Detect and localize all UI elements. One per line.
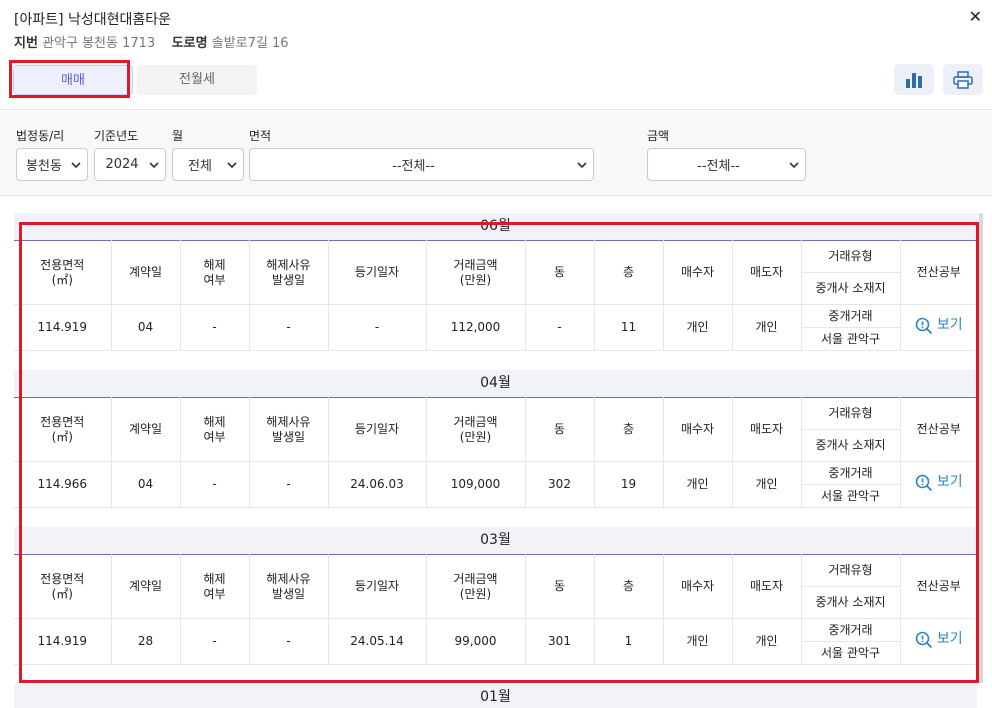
printer-icon (953, 70, 973, 89)
view-button[interactable]: 보기 (915, 317, 963, 335)
col-registry: 전산공부 (899, 240, 977, 305)
price-select-value: --전체-- (697, 159, 740, 174)
col-deal-type: 거래유형 (800, 554, 901, 587)
dong-select-value: 봉천동 (26, 159, 62, 174)
chevron-down-icon (789, 162, 799, 169)
col-deal-type: 거래유형 (800, 240, 901, 273)
chart-button[interactable] (894, 64, 934, 95)
col-cancel: 해제 여부 (179, 554, 250, 619)
col-buyer: 매수자 (662, 397, 733, 462)
col-area: 전용면적 (㎡) (14, 397, 112, 462)
dialog-header: [아파트] 낙성대현대홈타운 지번 관악구 봉천동 1713 도로명 솔밭로7길… (0, 0, 992, 110)
col-cancel-reason: 해제사유 발생일 (248, 554, 329, 619)
view-button[interactable]: 보기 (915, 631, 963, 649)
price-select[interactable]: --전체-- (647, 148, 806, 181)
magnify-info-icon (915, 631, 932, 648)
month-header: 04월 (14, 370, 977, 397)
month-label: 월 (172, 129, 184, 143)
chevron-down-icon (71, 162, 81, 169)
col-cancel-reason: 해제사유 발생일 (248, 240, 329, 305)
month-select-value: 전체 (188, 159, 212, 174)
tab-rent[interactable]: 전월세 (137, 65, 257, 95)
road-value: 솔밭로7길 16 (211, 36, 289, 51)
col-buyer: 매수자 (662, 554, 733, 619)
col-building: 동 (524, 240, 595, 305)
col-deal-type: 거래유형 (800, 397, 901, 430)
col-building: 동 (524, 554, 595, 619)
jibun-label: 지번 (14, 36, 38, 51)
col-cancel: 해제 여부 (179, 240, 250, 305)
col-reg-date: 등기일자 (327, 240, 427, 305)
deal-list: 06월 전용면적 (㎡) 계약일 해제 여부 해제사유 발생일 등기일자 거래금액 (만… (0, 197, 992, 708)
col-floor: 층 (593, 240, 664, 305)
month-header: 01월 (14, 684, 977, 708)
page-title: [아파트] 낙성대현대홈타운 (14, 12, 172, 28)
year-label: 기준년도 (94, 129, 139, 143)
filter-bar: 법정동/리 기준년도 월 면적 금액 봉천동 2024 전체 --전체-- --… (0, 111, 992, 196)
col-cancel-reason: 해제사유 발생일 (248, 397, 329, 462)
col-contract-day: 계약일 (110, 397, 181, 462)
month-select[interactable]: 전체 (172, 148, 244, 181)
col-building: 동 (524, 397, 595, 462)
magnify-info-icon (915, 474, 932, 491)
table-row: 114.919 28 - - 24.05.14 99,000 301 1 개인 … (14, 618, 977, 665)
col-reg-date: 등기일자 (327, 397, 427, 462)
deal-table: 전용면적 (㎡) 계약일 해제 여부 해제사유 발생일 등기일자 거래금액 (만원) 동… (14, 397, 977, 508)
col-price: 거래금액 (만원) (425, 554, 526, 619)
col-price: 거래금액 (만원) (425, 397, 526, 462)
year-select-value: 2024 (105, 157, 139, 172)
col-registry: 전산공부 (899, 397, 977, 462)
col-seller: 매도자 (731, 240, 802, 305)
col-price: 거래금액 (만원) (425, 240, 526, 305)
col-floor: 층 (593, 554, 664, 619)
table-row: 114.966 04 - - 24.06.03 109,000 302 19 개… (14, 461, 977, 508)
col-agent-loc: 중개사 소재지 (801, 272, 900, 305)
col-contract-day: 계약일 (110, 554, 181, 619)
chevron-down-icon (149, 162, 159, 169)
dong-select[interactable]: 봉천동 (16, 148, 88, 181)
month-header: 06월 (14, 213, 977, 240)
col-area: 전용면적 (㎡) (14, 554, 112, 619)
col-seller: 매도자 (731, 554, 802, 619)
scrollbar[interactable] (979, 213, 983, 683)
jibun-value: 관악구 봉천동 1713 (42, 36, 156, 51)
close-icon[interactable]: ✕ (969, 7, 982, 26)
tab-sale[interactable]: 매매 (13, 65, 133, 95)
address-info: 지번 관악구 봉천동 1713 도로명 솔밭로7길 16 (14, 32, 289, 51)
table-row: 114.919 04 - - - 112,000 - 11 개인 개인 중개거래… (14, 304, 977, 351)
bar-chart-icon (906, 72, 922, 88)
print-button[interactable] (943, 64, 983, 95)
area-select-value: --전체-- (392, 159, 435, 174)
col-contract-day: 계약일 (110, 240, 181, 305)
col-floor: 층 (593, 397, 664, 462)
deal-table: 전용면적 (㎡) 계약일 해제 여부 해제사유 발생일 등기일자 거래금액 (만원) 동… (14, 240, 977, 351)
area-select[interactable]: --전체-- (249, 148, 594, 181)
deal-table: 전용면적 (㎡) 계약일 해제 여부 해제사유 발생일 등기일자 거래금액 (만원) 동… (14, 554, 977, 665)
price-label: 금액 (647, 129, 670, 143)
area-label: 면적 (249, 129, 272, 143)
year-select[interactable]: 2024 (94, 148, 166, 181)
chevron-down-icon (227, 162, 237, 169)
col-cancel: 해제 여부 (179, 397, 250, 462)
chevron-down-icon (577, 162, 587, 169)
col-agent-loc: 중개사 소재지 (801, 586, 900, 619)
col-area: 전용면적 (㎡) (14, 240, 112, 305)
dong-label: 법정동/리 (16, 129, 65, 143)
col-buyer: 매수자 (662, 240, 733, 305)
month-header: 03월 (14, 527, 977, 554)
col-agent-loc: 중개사 소재지 (801, 429, 900, 462)
view-button[interactable]: 보기 (915, 474, 963, 492)
road-label: 도로명 (171, 36, 208, 51)
col-registry: 전산공부 (899, 554, 977, 619)
col-reg-date: 등기일자 (327, 554, 427, 619)
col-seller: 매도자 (731, 397, 802, 462)
magnify-info-icon (915, 317, 932, 334)
